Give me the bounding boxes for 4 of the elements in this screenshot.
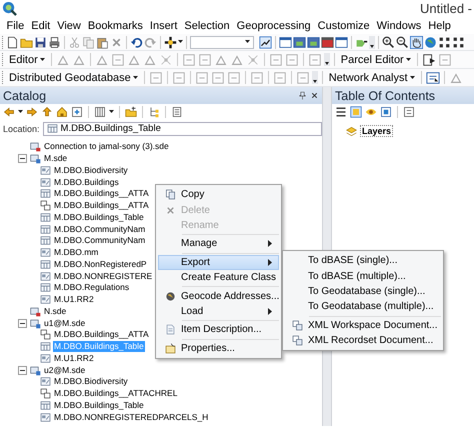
window-title: Untitled - xyxy=(420,1,473,16)
location-label: Location: xyxy=(3,124,40,134)
panel-title: Table Of Contents xyxy=(335,88,436,102)
panel-title: Catalog xyxy=(3,88,46,102)
